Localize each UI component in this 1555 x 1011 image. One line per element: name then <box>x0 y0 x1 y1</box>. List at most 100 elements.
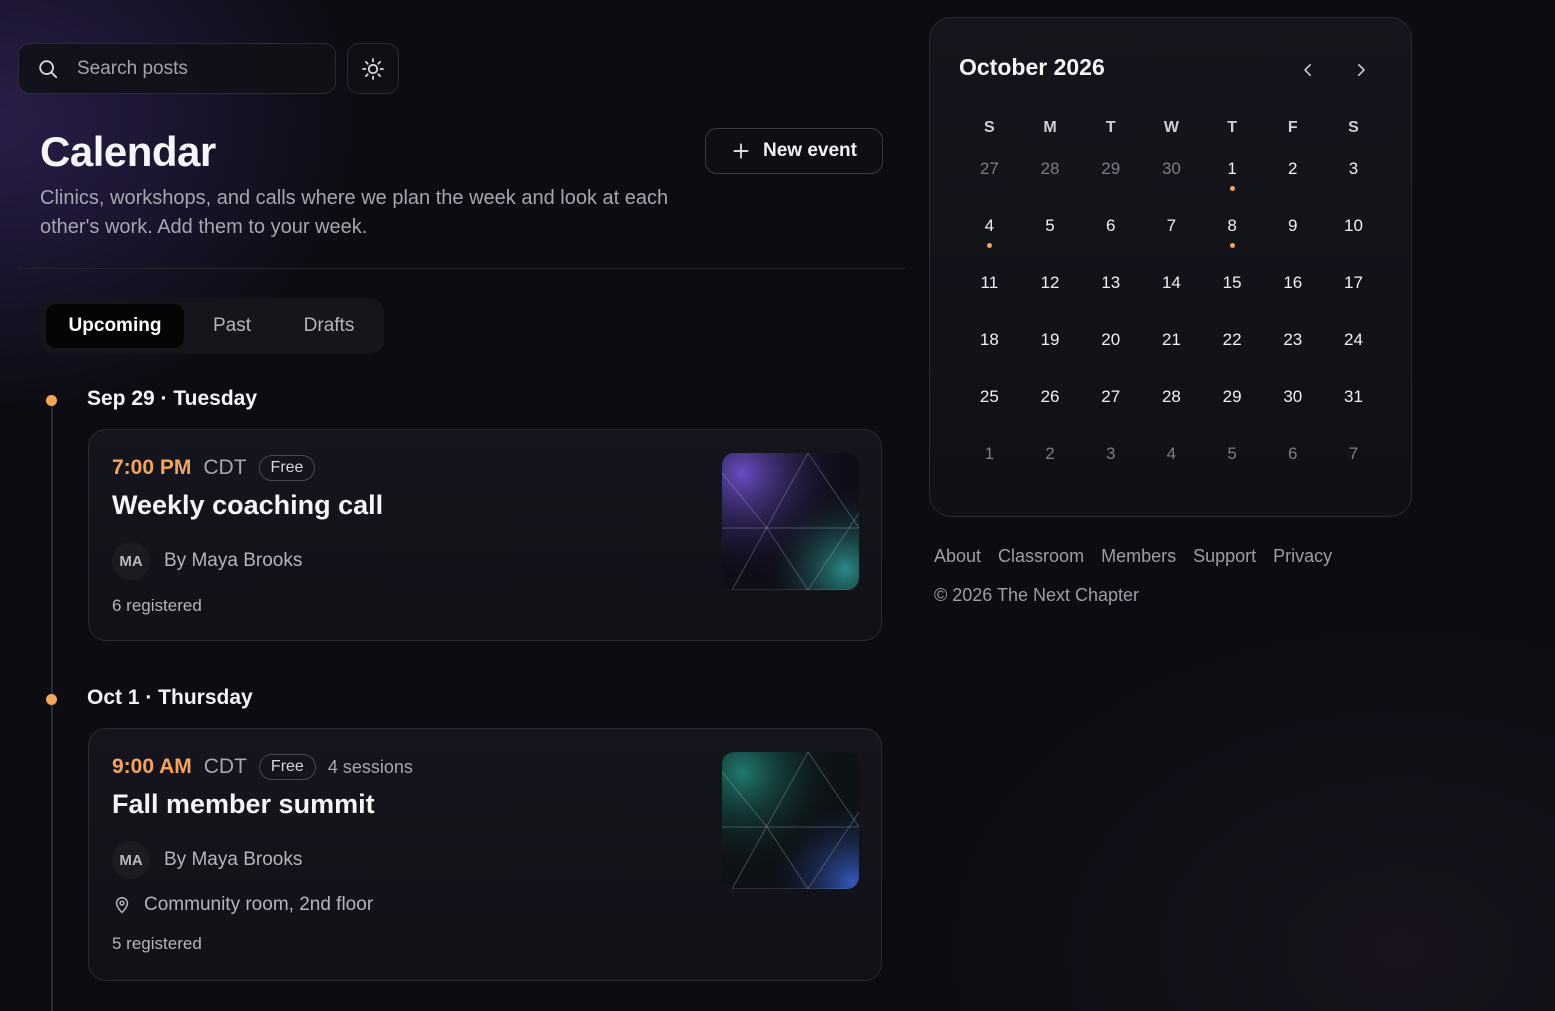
plus-icon <box>733 143 749 159</box>
calendar-day-number: 20 <box>1101 330 1121 349</box>
calendar-day-number: 22 <box>1222 330 1242 349</box>
calendar-day[interactable]: 19 <box>1020 311 1081 368</box>
calendar-day[interactable]: 9 <box>1262 197 1323 254</box>
prev-month-button[interactable] <box>1292 54 1324 86</box>
next-month-button[interactable] <box>1345 54 1377 86</box>
chevron-left-icon <box>1304 64 1311 76</box>
footer-link-privacy[interactable]: Privacy <box>1273 546 1332 567</box>
calendar-week-row: 4 5 6 7 8 9 10 <box>959 197 1384 254</box>
calendar-day[interactable]: 4 <box>959 197 1020 254</box>
calendar-day-number: 6 <box>1288 444 1298 463</box>
calendar-day[interactable]: 6 <box>1262 425 1323 482</box>
calendar-day[interactable]: 3 <box>1080 425 1141 482</box>
calendar-day[interactable]: 12 <box>1020 254 1081 311</box>
calendar-day[interactable]: 20 <box>1080 311 1141 368</box>
event-indicator-dot <box>1229 186 1235 191</box>
event-tabs: Upcoming Past Drafts <box>40 298 384 354</box>
calendar-day[interactable]: 29 <box>1080 140 1141 197</box>
calendar-day[interactable]: 6 <box>1080 197 1141 254</box>
calendar-day-number: 18 <box>979 330 999 349</box>
calendar-day[interactable]: 28 <box>1141 368 1202 425</box>
tab-past[interactable]: Past <box>184 304 280 348</box>
calendar-day[interactable]: 7 <box>1323 425 1384 482</box>
registered-count: 5 registered <box>112 934 202 953</box>
calendar-day-number: 14 <box>1161 273 1181 292</box>
calendar-day[interactable]: 5 <box>1020 197 1081 254</box>
footer-link-classroom[interactable]: Classroom <box>998 546 1084 567</box>
calendar-day[interactable]: 2 <box>1020 425 1081 482</box>
event-time: 7:00 PM <box>112 456 192 479</box>
tab-upcoming[interactable]: Upcoming <box>46 304 184 348</box>
calendar-day[interactable]: 27 <box>1080 368 1141 425</box>
calendar-day[interactable]: 13 <box>1080 254 1141 311</box>
calendar-day[interactable]: 14 <box>1141 254 1202 311</box>
calendar-day-number: 1 <box>1227 159 1237 178</box>
calendar-day-number: 13 <box>1101 273 1121 292</box>
calendar-day[interactable]: 27 <box>959 140 1020 197</box>
calendar-day-number: 12 <box>1040 273 1060 292</box>
event-card-weekly-coaching-call[interactable]: 7:00 PM CDT Free Weekly coaching call MA… <box>88 429 882 641</box>
event-timezone: CDT <box>203 755 247 778</box>
calendar-day[interactable]: 15 <box>1202 254 1263 311</box>
calendar-day[interactable]: 28 <box>1020 140 1081 197</box>
calendar-day[interactable]: 30 <box>1141 140 1202 197</box>
calendar-day-number: 8 <box>1227 216 1237 235</box>
calendar-day-number: 27 <box>1101 387 1121 406</box>
calendar-day-number: 3 <box>1105 444 1116 463</box>
event-title[interactable]: Weekly coaching call <box>112 490 383 521</box>
calendar-day[interactable]: 31 <box>1323 368 1384 425</box>
calendar-day[interactable]: 5 <box>1202 425 1263 482</box>
calendar-day[interactable]: 23 <box>1262 311 1323 368</box>
calendar-day[interactable]: 2 <box>1262 140 1323 197</box>
search-icon <box>39 59 58 78</box>
search-box[interactable] <box>18 43 336 94</box>
calendar-day[interactable]: 29 <box>1202 368 1263 425</box>
timeline-line <box>51 405 53 1011</box>
calendar-day[interactable]: 1 <box>959 425 1020 482</box>
calendar-day[interactable]: 3 <box>1323 140 1384 197</box>
weekday-label: W <box>1163 119 1179 136</box>
footer-link-about[interactable]: About <box>934 546 981 567</box>
calendar-day[interactable]: 24 <box>1323 311 1384 368</box>
calendar-day[interactable]: 21 <box>1141 311 1202 368</box>
footer-links: About Classroom Members Support Privacy <box>934 546 1332 567</box>
new-event-label: New event <box>763 140 857 161</box>
search-input[interactable] <box>77 57 297 80</box>
calendar-day[interactable]: 17 <box>1323 254 1384 311</box>
calendar-weeks: 27 28 29 30 1 2 3 4 5 6 7 8 9 10 11 12 13 14 15 16 17 18 19 20 2… <box>959 140 1384 482</box>
calendar-day[interactable]: 16 <box>1262 254 1323 311</box>
calendar-day-number: 31 <box>1344 387 1363 406</box>
footer-link-members[interactable]: Members <box>1101 546 1176 567</box>
calendar-day[interactable]: 10 <box>1323 197 1384 254</box>
calendar-day[interactable]: 8 <box>1202 197 1263 254</box>
calendar-day-number: 30 <box>1283 387 1303 406</box>
calendar-week-row: 27 28 29 30 1 2 3 <box>959 140 1384 197</box>
calendar-day[interactable]: 30 <box>1262 368 1323 425</box>
calendar-day[interactable]: 11 <box>959 254 1020 311</box>
avatar: MA <box>112 542 150 580</box>
calendar-week-row: 18 19 20 21 22 23 24 <box>959 311 1384 368</box>
calendar-day[interactable]: 4 <box>1141 425 1202 482</box>
event-thumbnail <box>722 752 859 889</box>
event-title[interactable]: Fall member summit <box>112 789 375 820</box>
event-location: Community room, 2nd floor <box>112 894 373 916</box>
price-badge: Free <box>258 754 316 780</box>
event-thumbnail <box>722 453 859 590</box>
calendar-day-number: 16 <box>1283 273 1303 292</box>
calendar-day[interactable]: 22 <box>1202 311 1263 368</box>
calendar-day[interactable]: 7 <box>1141 197 1202 254</box>
calendar-day[interactable]: 25 <box>959 368 1020 425</box>
calendar-day[interactable]: 26 <box>1020 368 1081 425</box>
calendar-day[interactable]: 18 <box>959 311 1020 368</box>
event-card-fall-member-summit[interactable]: 9:00 AM CDT Free 4 sessions Fall member … <box>88 728 882 981</box>
new-event-button[interactable]: New event <box>705 128 883 174</box>
calendar-day[interactable]: 1 <box>1202 140 1263 197</box>
calendar-day-number: 28 <box>1040 159 1060 178</box>
calendar-day-number: 27 <box>979 159 999 178</box>
event-time: 9:00 AM <box>112 755 192 778</box>
theme-toggle-button[interactable] <box>347 43 399 94</box>
tab-drafts[interactable]: Drafts <box>280 304 378 348</box>
footer-link-support[interactable]: Support <box>1193 546 1256 567</box>
calendar-day-number: 2 <box>1288 159 1298 178</box>
calendar-day-number: 26 <box>1040 387 1060 406</box>
